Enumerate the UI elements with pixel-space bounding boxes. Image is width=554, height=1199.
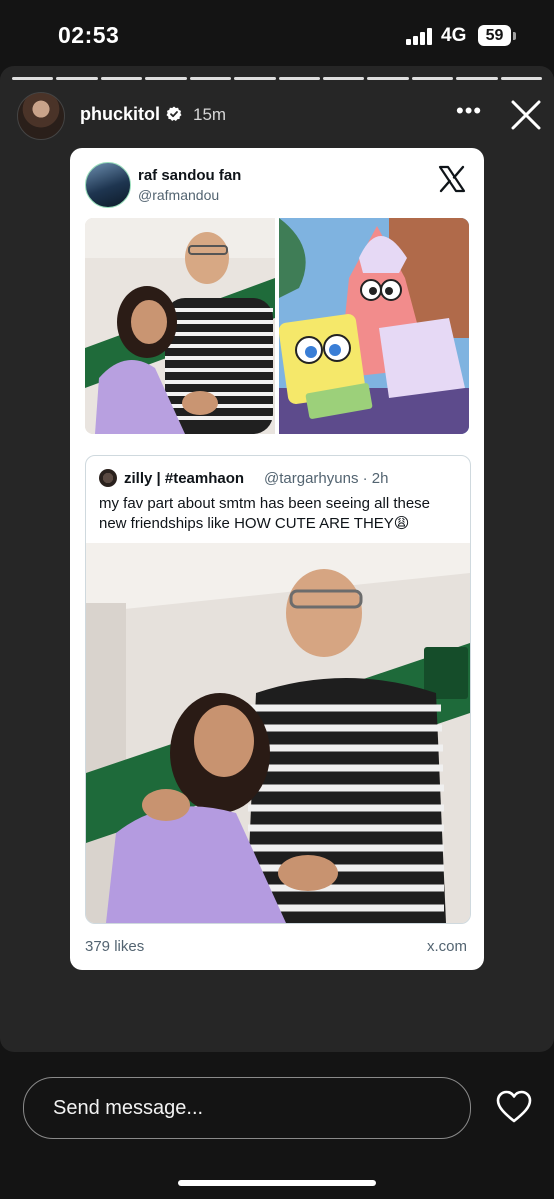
- tweet-author-avatar: [85, 162, 131, 208]
- message-placeholder: Send message...: [53, 1097, 204, 1119]
- progress-segment: [145, 77, 187, 80]
- tweet-image-couple[interactable]: [85, 218, 275, 434]
- source-domain[interactable]: x.com: [427, 938, 467, 955]
- progress-segment: [234, 77, 276, 80]
- progress-segment: [367, 77, 409, 80]
- tweet-card[interactable]: raf sandou fan @rafmandou zilly | #teamh…: [70, 148, 484, 970]
- quoted-tweet[interactable]: zilly | #teamhaon @targarhyuns · 2h my f…: [85, 455, 471, 924]
- couple-photo-illustration: [85, 218, 275, 434]
- likes-count: 379 likes: [85, 938, 145, 955]
- heart-icon[interactable]: [496, 1090, 532, 1124]
- story-progress: [12, 77, 543, 80]
- progress-segment: [456, 77, 498, 80]
- story-time-ago: 15m: [193, 105, 227, 124]
- x-logo-icon: [438, 165, 466, 193]
- quote-text: my fav part about smtm has been seeing a…: [99, 495, 431, 532]
- status-bar: 02:53 4G 59: [0, 0, 554, 70]
- story-viewer[interactable]: phuckitol 15m ••• raf sandou fan @rafman…: [0, 66, 554, 1052]
- verified-badge-icon: [166, 106, 182, 121]
- progress-segment: [411, 77, 454, 80]
- progress-segment: [56, 77, 98, 80]
- cartoon-meme-illustration: [279, 218, 469, 434]
- quote-author-avatar: [99, 469, 117, 487]
- send-message-input[interactable]: Send message...: [23, 1077, 471, 1139]
- progress-segment: [189, 77, 232, 80]
- battery-icon: 59: [478, 25, 511, 46]
- progress-segment: [322, 77, 365, 80]
- battery-nub: [513, 32, 516, 40]
- tweet-author-handle: @rafmandou: [138, 187, 220, 203]
- story-username[interactable]: phuckitol: [80, 104, 160, 125]
- network-type: 4G: [441, 25, 467, 46]
- user-avatar[interactable]: [17, 92, 65, 140]
- progress-segment: [278, 77, 320, 80]
- story-header: phuckitol 15m •••: [0, 92, 554, 140]
- progress-segment: [12, 77, 54, 80]
- couple-photo-large-illustration: [86, 543, 470, 923]
- tweet-author-name: raf sandou fan: [138, 167, 242, 184]
- status-time: 02:53: [58, 22, 120, 48]
- quote-author-name: zilly | #teamhaon: [124, 470, 245, 487]
- more-options-icon[interactable]: •••: [456, 100, 482, 128]
- progress-segment: [100, 77, 143, 80]
- tweet-image-meme[interactable]: [279, 218, 469, 434]
- progress-segment: [500, 77, 543, 80]
- close-icon[interactable]: [509, 98, 543, 132]
- cellular-signal-icon: [406, 28, 432, 45]
- quote-image-couple[interactable]: [86, 543, 470, 923]
- home-indicator: [178, 1180, 376, 1186]
- quote-author-handle: @targarhyuns · 2h: [264, 470, 389, 487]
